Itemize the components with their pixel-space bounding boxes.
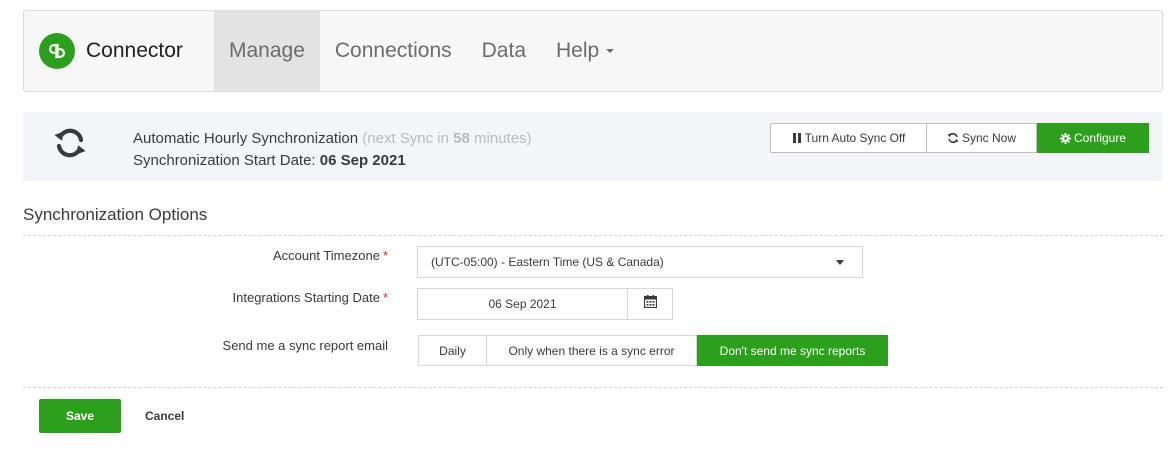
pause-icon (792, 133, 802, 143)
button-label: Configure (1073, 131, 1127, 145)
start-date-label-text: Integrations Starting Date (232, 290, 380, 305)
turn-auto-sync-off-button[interactable]: Turn Auto Sync Off (770, 123, 927, 153)
sync-start-date: 06 Sep 2021 (319, 152, 406, 169)
caret-down-icon (606, 49, 615, 53)
nav-item-help[interactable]: Help (541, 11, 629, 91)
start-date-input[interactable]: 06 Sep 2021 (417, 288, 628, 320)
sync-now-button[interactable]: Sync Now (927, 123, 1037, 153)
nav-item-label: Help (556, 39, 600, 62)
button-label: Sync Now (961, 131, 1017, 145)
brand[interactable]: Connector (24, 11, 214, 91)
timezone-label-text: Account Timezone (272, 248, 380, 263)
timezone-value: (UTC-05:00) - Eastern Time (US & Canada) (431, 255, 664, 269)
next-sync-suffix: minutes) (474, 130, 532, 147)
required-marker: * (382, 248, 388, 263)
sync-status-banner: Automatic Hourly Synchronization (next S… (23, 112, 1163, 181)
required-marker: * (382, 290, 388, 305)
refresh-icon (51, 124, 89, 162)
nav-item-label: Data (481, 39, 526, 62)
sync-action-buttons: Turn Auto Sync Off Sync Now Configure (770, 123, 1149, 153)
cancel-button[interactable]: Cancel (145, 409, 184, 423)
calendar-button[interactable] (627, 288, 673, 320)
start-date-label: Integrations Starting Date * (233, 290, 388, 305)
timezone-select[interactable]: (UTC-05:00) - Eastern Time (US & Canada) (417, 246, 863, 278)
next-sync-prefix: (next Sync in (362, 130, 449, 147)
timezone-label: Account Timezone * (273, 248, 388, 263)
option-label: Don't send me sync reports (719, 343, 866, 358)
gear-icon (1059, 132, 1071, 144)
nav-item-manage[interactable]: Manage (214, 11, 320, 91)
quickbooks-logo-icon (39, 33, 75, 69)
sync-schedule-line: Automatic Hourly Synchronization (next S… (133, 128, 532, 150)
calendar-icon (643, 295, 657, 313)
sync-title: Automatic Hourly Synchronization (133, 130, 359, 147)
main-nav: Manage Connections Data Help (214, 11, 629, 91)
brand-name: Connector (86, 39, 183, 62)
nav-item-label: Connections (334, 39, 452, 62)
sync-start-label: Synchronization Start Date: (133, 152, 316, 169)
top-navbar: Connector Manage Connections Data Help (23, 10, 1163, 92)
sync-report-label: Send me a sync report email (222, 338, 388, 353)
option-label: Only when there is a sync error (508, 343, 675, 358)
sync-description: Automatic Hourly Synchronization (next S… (133, 128, 532, 172)
report-option-none[interactable]: Don't send me sync reports (697, 335, 888, 366)
caret-down-icon (836, 260, 844, 265)
section-divider (23, 235, 1163, 236)
save-button[interactable]: Save (39, 399, 121, 433)
section-title: Synchronization Options (23, 205, 208, 224)
report-option-daily[interactable]: Daily (418, 335, 487, 366)
report-option-on-error[interactable]: Only when there is a sync error (487, 335, 697, 366)
sync-start-line: Synchronization Start Date: 06 Sep 2021 (133, 150, 532, 172)
button-label: Turn Auto Sync Off (804, 131, 906, 145)
next-sync-info: (next Sync in 58 minutes) (362, 130, 531, 147)
nav-item-data[interactable]: Data (467, 11, 541, 91)
nav-item-label: Manage (229, 39, 305, 62)
refresh-icon (947, 132, 959, 144)
nav-item-connections[interactable]: Connections (320, 11, 467, 91)
sync-report-options: Daily Only when there is a sync error Do… (418, 335, 888, 366)
start-date-value: 06 Sep 2021 (488, 297, 557, 311)
configure-button[interactable]: Configure (1037, 123, 1149, 153)
option-label: Daily (439, 343, 466, 358)
form-divider (23, 387, 1163, 388)
next-sync-minutes: 58 (453, 130, 470, 147)
